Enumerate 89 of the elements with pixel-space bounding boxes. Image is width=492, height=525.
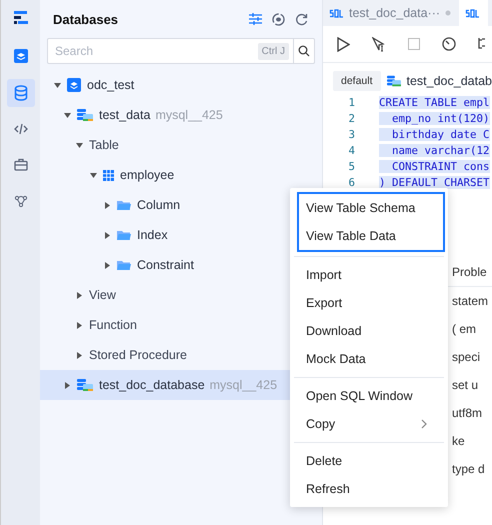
caret-icon[interactable]: [76, 352, 83, 358]
tree-item[interactable]: Column: [40, 190, 180, 220]
result-text: statem: [452, 294, 488, 308]
layers-icon[interactable]: [14, 49, 28, 63]
logo-icon: [12, 10, 28, 26]
server-icon: [77, 108, 93, 122]
sql-icon: [329, 8, 344, 18]
tree-label: Table: [89, 138, 119, 152]
filter-icon[interactable]: [249, 13, 262, 25]
server-icon: [77, 378, 93, 392]
timer-icon[interactable]: [442, 37, 456, 51]
tree-item[interactable]: Constraint: [40, 250, 194, 280]
line-number: 3: [347, 128, 356, 140]
search-input[interactable]: Search: [48, 43, 258, 59]
caret-icon[interactable]: [54, 82, 61, 88]
result-text: ( em: [452, 322, 476, 336]
caret-icon[interactable]: [76, 142, 83, 148]
menu-item[interactable]: Mock Data: [297, 345, 441, 373]
tree-label: Function: [89, 318, 137, 332]
result-text: utf8m: [452, 406, 482, 420]
share-icon[interactable]: [14, 194, 28, 207]
line-number: 6: [347, 176, 356, 188]
menu-item[interactable]: Delete: [297, 447, 441, 475]
schema-tag[interactable]: default: [333, 71, 381, 91]
tree-label: employee: [120, 168, 174, 182]
folder-icon: [117, 200, 131, 210]
refresh-icon[interactable]: [295, 12, 308, 26]
tree-item[interactable]: View: [40, 280, 116, 310]
caret-icon[interactable]: [104, 202, 111, 208]
briefcase-icon[interactable]: [14, 158, 28, 171]
menu-item[interactable]: View Table Schema: [299, 194, 443, 222]
tree-item[interactable]: Stored Procedure: [40, 340, 187, 370]
sync-icon[interactable]: [272, 12, 285, 26]
caret-icon[interactable]: [90, 172, 97, 178]
search-icon[interactable]: [298, 45, 310, 57]
tree-label: test_data: [99, 108, 150, 122]
result-text: type d: [452, 462, 485, 476]
tree-item[interactable]: odc_test: [40, 70, 134, 100]
caret-icon[interactable]: [104, 262, 111, 268]
results-tab[interactable]: Proble: [452, 265, 487, 279]
server-icon: [386, 74, 400, 88]
tree-label: View: [89, 288, 116, 302]
tree-item[interactable]: test_data mysql__425: [40, 100, 223, 130]
menu-item[interactable]: Export: [297, 289, 441, 317]
tree-label: Index: [137, 228, 168, 242]
tree-label: test_doc_database: [99, 378, 205, 392]
connection-type: mysql__425: [155, 108, 223, 122]
caret-icon[interactable]: [76, 322, 83, 328]
line-number: 1: [347, 96, 356, 108]
line-number: 4: [347, 144, 356, 156]
editor-tab[interactable]: [459, 0, 488, 26]
tree-label: Constraint: [137, 258, 194, 272]
run-icon[interactable]: [337, 36, 350, 52]
caret-icon[interactable]: [64, 112, 71, 118]
table-icon: [103, 170, 114, 180]
database-icon[interactable]: [6, 79, 34, 107]
result-text: speci: [452, 350, 480, 364]
tree-label: Column: [137, 198, 180, 212]
folder-icon: [117, 230, 131, 240]
menu-item[interactable]: View Table Data: [299, 222, 443, 250]
menu-item[interactable]: Import: [297, 261, 441, 289]
unsaved-dot-icon: [445, 10, 452, 16]
format-icon[interactable]: [478, 38, 488, 50]
tree-item[interactable]: Function: [40, 310, 137, 340]
menu-item[interactable]: Refresh: [297, 475, 441, 503]
caret-icon[interactable]: [104, 232, 111, 238]
connection-type: mysql__425: [210, 378, 278, 392]
tree-item[interactable]: Table: [40, 130, 119, 160]
shortcut-hint: Ctrl J: [258, 42, 289, 60]
menu-item[interactable]: Copy: [297, 410, 441, 438]
folder-icon: [117, 260, 131, 270]
caret-icon[interactable]: [76, 292, 83, 298]
tree-item[interactable]: Index: [40, 220, 168, 250]
caret-icon[interactable]: [64, 382, 71, 388]
tab-title: test_doc_data···: [349, 6, 440, 20]
line-number: 5: [347, 160, 356, 172]
menu-item[interactable]: Download: [297, 317, 441, 345]
result-text: ke: [452, 434, 465, 448]
tree-item[interactable]: employee: [40, 160, 174, 190]
result-text: set u: [452, 378, 478, 392]
tree-label: odc_test: [87, 78, 134, 92]
sql-icon: [465, 8, 480, 18]
panel-title: Databases: [53, 12, 120, 26]
tree-label: Stored Procedure: [89, 348, 187, 362]
line-number: 2: [347, 112, 356, 124]
run-selected-icon[interactable]: [372, 36, 386, 52]
code-icon[interactable]: [14, 123, 28, 135]
database-icon: [67, 78, 81, 92]
database-name[interactable]: test_doc_datab: [406, 74, 492, 88]
